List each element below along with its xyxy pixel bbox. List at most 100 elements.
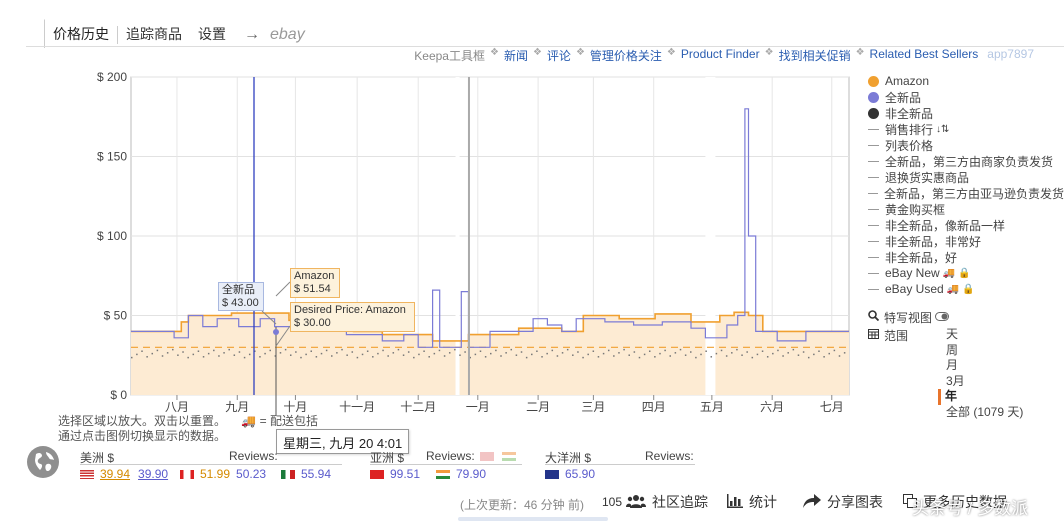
toggle-icon[interactable] [935,310,950,324]
legend-item[interactable]: 全新品，第三方由亚马逊负责发货 [868,185,1064,201]
price-mx-new[interactable]: 55.94 [301,467,331,481]
range-month[interactable]: 月 [946,358,1023,374]
legend-item[interactable]: 退换货实惠商品 [868,169,1064,185]
legend-item[interactable]: 非全新品，非常好 [868,233,1064,249]
range-day[interactable]: 天 [946,327,1023,343]
zoom-hint: 选择区域以放大。双击以重置。 [58,414,227,428]
price-us[interactable]: 39.94 39.90 [80,467,168,481]
used-price-point [372,356,374,358]
used-price-point [638,356,641,359]
used-price-point [361,353,364,356]
community-tracking-button[interactable]: 105 社区追踪 [602,492,708,512]
related-best-sellers-link[interactable]: Related Best Sellers [870,47,979,63]
x-axis-ticks: 八月 九月 十月 十一月 十二月 一月 二月 三月 四月 五月 六月 七月 [165,400,844,414]
tooltip-desired-label: Desired Price: Amazon [294,304,406,316]
price-us-new[interactable]: 39.90 [138,467,168,481]
legend-item[interactable]: 列表价格 [868,137,1064,153]
range-3month[interactable]: 3月 [946,374,1023,390]
market-divider [545,464,695,465]
price-au-new[interactable]: 65.90 [565,467,595,481]
flag-au-icon [545,469,559,479]
legend-item[interactable]: eBay New 🚚 🔒 [868,265,1064,281]
legend-item[interactable]: 非全新品，好 [868,249,1064,265]
used-price-point [377,352,379,355]
price-in-new[interactable]: 79.90 [456,467,486,481]
scroll-indicator [458,517,608,521]
diamond-icon: ❖ [666,47,676,58]
legend-item[interactable]: Amazon [868,73,1064,89]
price-cn-new[interactable]: 99.51 [390,467,420,481]
legend-item[interactable]: 全新品 [868,89,1064,105]
used-price-point [331,355,333,357]
price-ca-amazon[interactable]: 51.99 [200,467,230,481]
range-week[interactable]: 周 [946,343,1023,359]
used-price-point [392,352,395,354]
legend-label: Amazon [885,74,930,88]
used-price-point [161,355,164,357]
used-price-point [813,353,815,356]
tab-settings[interactable]: 设置 [190,20,234,48]
price-in[interactable]: 79.90 [436,467,486,481]
used-price-point [172,348,174,351]
used-price-point [843,352,846,354]
used-price-point [797,354,800,356]
used-price-point [715,352,718,355]
legend-label: 列表价格 [885,138,934,153]
chart-options: 特写视图 范围 [868,308,950,344]
tooltip-amazon-value: $ 51.54 [294,283,331,295]
range-year[interactable]: 年 [938,389,1023,405]
price-au[interactable]: 65.90 [545,467,595,481]
truck-icon: 🚚 [946,283,960,295]
price-mx[interactable]: 55.94 [281,467,331,481]
used-price-point [520,351,523,353]
manage-alerts-link[interactable]: 管理价格关注 [590,47,662,63]
market-asia-label: 亚洲 $ [370,451,405,465]
share-icon [803,493,821,511]
related-deals-link[interactable]: 找到相关促销 [779,47,851,63]
tab-price-history[interactable]: 价格历史 [44,19,117,48]
used-price-point [141,350,143,352]
used-price-point [213,349,215,352]
used-price-point [782,355,784,357]
market-oceania-reviews: Reviews: [645,449,694,463]
used-price-point [454,348,456,351]
used-price-point [284,348,287,351]
statistics-button[interactable]: 统计 [727,492,777,512]
legend-item[interactable]: 销售排行 ↓⇅ [868,121,1064,137]
used-price-point [325,349,328,352]
legend-item[interactable]: eBay Used 🚚 🔒 [868,281,1064,297]
user-account-link[interactable]: app7897 [987,47,1034,63]
used-price-point [218,355,220,357]
used-price-point [684,354,687,356]
legend-item[interactable]: 黄金购买框 [868,201,1064,217]
legend-item[interactable]: 非全新品，像新品一样 [868,217,1064,233]
used-price-point [166,352,169,354]
legend-dash-icon [868,176,879,178]
used-price-point [633,351,636,353]
market-divider [80,464,342,465]
tab-ebay[interactable]: ebay [266,26,309,48]
sort-icon: ↓⇅ [936,123,950,135]
price-us-amazon[interactable]: 39.94 [100,467,130,481]
keepa-toolbox-link[interactable]: Keepa工具框 [414,47,485,63]
price-history-chart[interactable]: $ 200 $ 150 $ 100 $ 50 $ 0 八月 九月 十月 十一月 十二月 一月 二月 三… [0,64,860,416]
range-all[interactable]: 全部 (1079 天) [946,405,1023,421]
news-link[interactable]: 新闻 [504,47,528,63]
used-price-point [597,356,600,358]
price-ca[interactable]: 51.99 50.23 [180,467,266,481]
price-ca-new[interactable]: 50.23 [236,467,266,481]
product-finder-link[interactable]: Product Finder [681,47,760,63]
last-updated: (上次更新：46 分钟 前) [460,498,585,512]
legend-item[interactable]: 非全新品 [868,105,1064,121]
tab-tracking[interactable]: 追踪商品 [118,20,190,48]
tooltip-amazon-label: Amazon [294,270,335,282]
used-price-point [341,348,343,351]
legend-item[interactable]: 全新品，第三方由商家负责发货 [868,153,1064,169]
special-view-toggle[interactable]: 特写视图 [868,308,950,326]
used-price-point [131,356,133,359]
reviews-link[interactable]: 评论 [547,47,571,63]
top-links: Keepa工具框 ❖ 新闻 ❖ 评论 ❖ 管理价格关注 ❖ Product Fi… [0,47,1064,63]
share-chart-button[interactable]: 分享图表 [803,492,883,512]
price-cn[interactable]: 99.51 [370,467,420,481]
used-price-point [187,356,189,359]
